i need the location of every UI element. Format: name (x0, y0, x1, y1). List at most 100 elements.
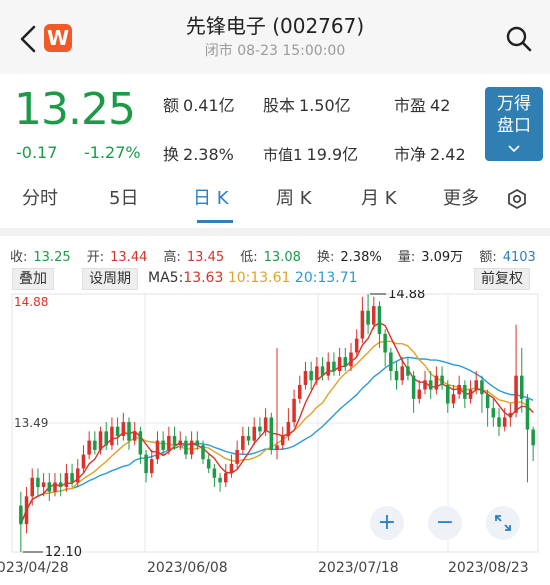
candle-body (138, 431, 143, 455)
candle-body (394, 371, 399, 381)
candle-body (434, 375, 439, 390)
tab-day-k[interactable]: 日 K (193, 184, 229, 210)
candle-body (235, 449, 239, 464)
share-capital-stat: 股本 1.50亿 (263, 96, 351, 115)
expand-icon (495, 515, 511, 531)
candle-body (93, 440, 97, 450)
tab-more[interactable]: 更多 (443, 184, 479, 210)
wande-orderbook-button[interactable]: 万得 盘口 (485, 87, 543, 161)
candle-body (167, 435, 171, 450)
candle-body (326, 361, 330, 376)
candle-body (161, 440, 165, 450)
candle-body (41, 482, 46, 488)
candle-body (303, 371, 308, 385)
candle-body (263, 417, 268, 432)
candle-body (64, 473, 69, 488)
adjust-button[interactable]: 前复权 (474, 268, 530, 290)
candle-body (206, 459, 211, 469)
candlestick-chart[interactable]: 14.88 13.49 14.88 12.10 (0, 290, 550, 585)
candle-body (121, 422, 126, 436)
candle-body (258, 426, 262, 432)
candle-body (446, 384, 450, 404)
tab-month-k[interactable]: 月 K (361, 184, 397, 210)
candle-body (451, 394, 456, 404)
candle-body (508, 412, 513, 418)
chevron-down-icon (508, 145, 520, 153)
overlay-button[interactable]: 叠加 (12, 268, 54, 290)
candle-body (372, 306, 376, 325)
pe-stat: 市盈 42 (394, 96, 451, 115)
candle-body (98, 431, 103, 450)
candle-body (292, 398, 296, 423)
candle-body (332, 361, 336, 372)
candle-body (366, 310, 370, 325)
market-status: 闭市 08-23 15:00:00 (204, 43, 346, 59)
candle-body (19, 505, 23, 525)
candle-body (406, 366, 410, 376)
candle-body (423, 380, 427, 390)
candle-body (463, 384, 467, 399)
candle-body (320, 366, 325, 376)
candle-body (212, 468, 217, 478)
amount-stat: 额 0.41亿 (163, 96, 235, 115)
settings-hex-icon[interactable] (506, 188, 528, 210)
candle-body (76, 468, 80, 483)
candle-body (201, 445, 205, 460)
candle-body (497, 417, 501, 427)
candle-body (24, 496, 29, 525)
fullscreen-button[interactable] (486, 506, 520, 540)
zoom-out-button[interactable]: − (428, 506, 462, 540)
candle-body (491, 408, 496, 418)
candle-body (525, 398, 530, 430)
candle-body (514, 375, 518, 413)
candle-body (150, 459, 154, 474)
candle-body (269, 417, 274, 450)
candle-body (104, 431, 108, 446)
candle-body (184, 440, 188, 455)
market-cap-stat: 市值1 19.9亿 (263, 145, 359, 164)
zoom-in-button[interactable]: + (370, 506, 404, 540)
y-mid-label: 13.49 (14, 416, 48, 430)
candle-body (309, 371, 313, 381)
candle-body (110, 426, 114, 446)
candle-body (36, 477, 40, 488)
tab-week-k[interactable]: 周 K (276, 184, 312, 210)
high-marker-label: 14.88 (388, 290, 425, 302)
candle-body (229, 463, 234, 474)
candle-body (360, 310, 365, 339)
candle-body (87, 440, 91, 455)
date-label-0: 2023/04/28 (0, 560, 69, 576)
candle-body (457, 384, 461, 395)
set-period-button[interactable]: 设周期 (82, 268, 138, 290)
candle-body (428, 380, 433, 390)
section-divider (0, 228, 550, 236)
stock-title: 先锋电子 (002767) (185, 14, 365, 38)
candle-body (70, 473, 74, 483)
candle-body (417, 389, 422, 399)
candle-body (178, 440, 182, 446)
candle-body (172, 435, 177, 446)
last-price: 13.25 (14, 84, 136, 135)
candle-body (241, 435, 245, 450)
candle-body (58, 482, 63, 488)
search-icon[interactable] (504, 24, 534, 54)
candle-body (47, 482, 52, 492)
candle-body (377, 306, 382, 334)
price-change-pct: -1.27% (84, 143, 141, 162)
candle-body (440, 375, 444, 385)
candle-body (354, 338, 359, 353)
candle-body (81, 454, 86, 469)
wande-button-label: 万得 盘口 (497, 94, 531, 136)
candle-body (383, 333, 387, 353)
candle-body (132, 431, 137, 441)
candle-body (127, 422, 131, 441)
candle-body (337, 357, 342, 372)
candle-body (30, 477, 34, 497)
candle-body (389, 352, 393, 372)
tab-five-day[interactable]: 5日 (109, 184, 138, 210)
turnover-stat: 换 2.38% (163, 145, 234, 164)
tab-fenshi[interactable]: 分时 (22, 184, 58, 210)
candle-body (400, 366, 404, 381)
candle-body (468, 389, 473, 399)
candle-body (189, 440, 194, 455)
